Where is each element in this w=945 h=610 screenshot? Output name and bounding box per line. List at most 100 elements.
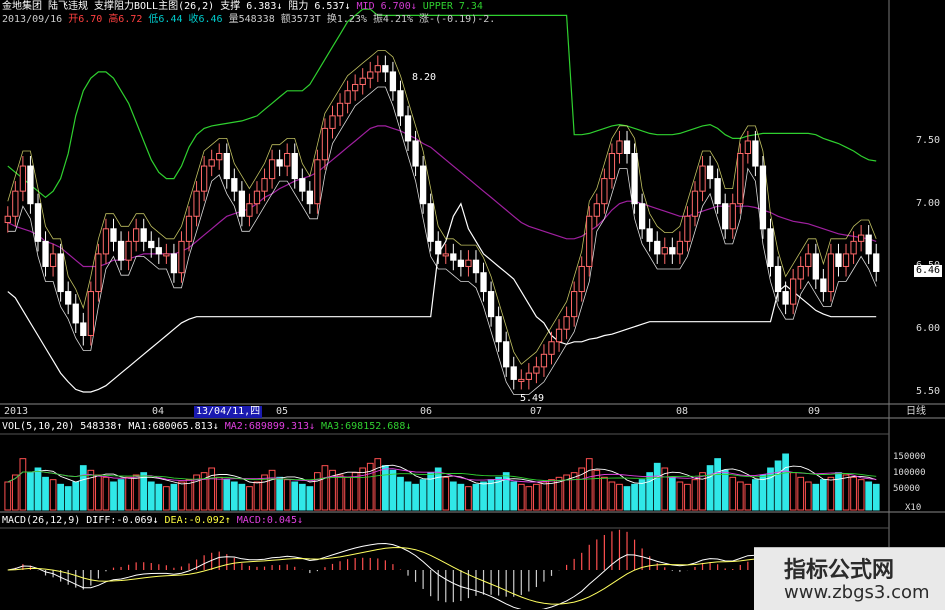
- price-header-line-1: 金地集团 陆飞违规 支撑阻力BOLL主图(26,2) 支撑 6.383↓ 阻力 6.53…: [2, 1, 489, 13]
- candle-body: [19, 165, 27, 192]
- volume-bar: [472, 483, 480, 511]
- vol-header-item: MA1:680065.813↓: [128, 421, 219, 432]
- candle-body: [631, 153, 638, 205]
- resistance-line: [7, 50, 877, 365]
- header-line1-item: 阻力 6.537↓: [288, 1, 351, 12]
- candle-body: [767, 228, 774, 267]
- volume-bar: [208, 467, 216, 511]
- header-line2-item: 高6.72: [108, 14, 143, 25]
- price-header-line-2: 2013/09/16 开6.70 高6.72 低6.44 收6.46 量548338 额35…: [2, 14, 501, 26]
- price-tick-label: 6.00: [916, 323, 941, 335]
- header-line1-item: 支撑阻力BOLL主图(26,2): [94, 1, 215, 12]
- candle-body: [65, 291, 72, 305]
- volume-bar: [404, 481, 412, 511]
- volume-bar: [548, 479, 555, 511]
- volume-bar: [261, 474, 268, 511]
- candle-body: [714, 178, 721, 205]
- candle-body: [654, 240, 661, 255]
- candle-body: [216, 153, 223, 161]
- header-line2-item: 2013/09/16: [2, 14, 63, 25]
- candle-body: [208, 159, 215, 167]
- volume-bar: [87, 469, 95, 511]
- volume-bar: [276, 476, 284, 511]
- candle-body: [472, 259, 480, 274]
- volume-bar: [729, 476, 737, 511]
- volume-bar: [298, 483, 306, 511]
- candle-body: [752, 140, 759, 167]
- candle-body: [827, 253, 835, 293]
- candle-body: [442, 253, 449, 257]
- header-line2-item: 收6.46: [188, 14, 223, 25]
- volume-bar: [291, 481, 299, 511]
- volume-bar: [782, 453, 789, 511]
- volume-bar: [230, 481, 238, 511]
- volume-bar: [827, 476, 835, 511]
- volume-bar: [268, 469, 276, 511]
- volume-bar: [34, 467, 42, 511]
- candle-body: [110, 228, 117, 242]
- volume-bar: [676, 481, 684, 511]
- candle-body: [495, 316, 502, 343]
- candle-body: [344, 90, 351, 104]
- candle-body: [404, 115, 412, 142]
- candle-body: [133, 228, 140, 242]
- period-label[interactable]: 日线: [906, 406, 926, 418]
- candle-body: [790, 278, 797, 305]
- candle-body: [12, 190, 19, 217]
- macd-header-item: DIFF:-0.069↓: [86, 515, 159, 526]
- candle-body: [382, 65, 389, 73]
- volume-bar: [306, 486, 314, 511]
- header-line1-item: 支撑 6.383↓: [220, 1, 283, 12]
- vol-header-item: MA2:689899.313↓: [224, 421, 316, 432]
- volume-bar: [804, 481, 812, 511]
- candle-body: [314, 159, 321, 205]
- volume-bar: [49, 479, 57, 511]
- candle-body: [676, 240, 684, 255]
- volume-bar: [359, 467, 367, 511]
- candle-body: [797, 265, 804, 280]
- candle-body: [706, 165, 714, 180]
- volume-bar: [178, 481, 185, 511]
- vol-header-item: VOL(5,10,20) 548338↑: [2, 421, 123, 432]
- candle-body: [593, 203, 600, 217]
- volume-bar: [857, 479, 865, 511]
- volume-bar: [616, 483, 623, 511]
- candle-body: [261, 178, 268, 192]
- volume-bar: [608, 481, 616, 511]
- candle-body: [412, 140, 419, 167]
- candle-body: [185, 215, 193, 242]
- header-line1-item: 陆飞违规: [48, 1, 88, 12]
- candle-body: [57, 253, 64, 293]
- macd-header: MACD(26,12,9) DIFF:-0.069↓ DEA:-0.092↑ MACD…: [2, 515, 309, 527]
- candle-body: [684, 215, 691, 242]
- candle-body: [533, 366, 540, 374]
- volume-bar: [797, 476, 805, 511]
- volume-bar: [170, 483, 178, 511]
- volume-bar: [125, 476, 132, 511]
- volume-bar: [27, 472, 34, 511]
- volume-bar: [110, 481, 117, 511]
- volume-bar: [691, 479, 699, 511]
- candle-body: [87, 291, 94, 336]
- volume-bar: [381, 465, 389, 511]
- volume-bar: [57, 483, 65, 511]
- candle-body: [329, 115, 336, 129]
- vol-axis-50000: 50000: [893, 484, 921, 494]
- volume-bar: [819, 479, 827, 511]
- candle-body: [117, 240, 125, 261]
- candle-body: [812, 253, 819, 280]
- band-line-upper: [7, 8, 877, 199]
- volume-bar: [842, 474, 850, 511]
- volume-bar: [517, 483, 525, 511]
- candle-body: [722, 203, 729, 230]
- volume-bar: [872, 483, 880, 511]
- header-line1-item: UPPER 7.34: [422, 1, 483, 12]
- volume-bar: [480, 481, 487, 511]
- volume-bar: [510, 481, 518, 511]
- candle-body: [321, 127, 329, 161]
- candle-body: [284, 153, 291, 167]
- candle-body: [729, 203, 736, 230]
- date-cursor-label: 13/04/11,四: [194, 406, 263, 418]
- candle-body: [238, 190, 246, 217]
- volume-bar: [321, 465, 329, 511]
